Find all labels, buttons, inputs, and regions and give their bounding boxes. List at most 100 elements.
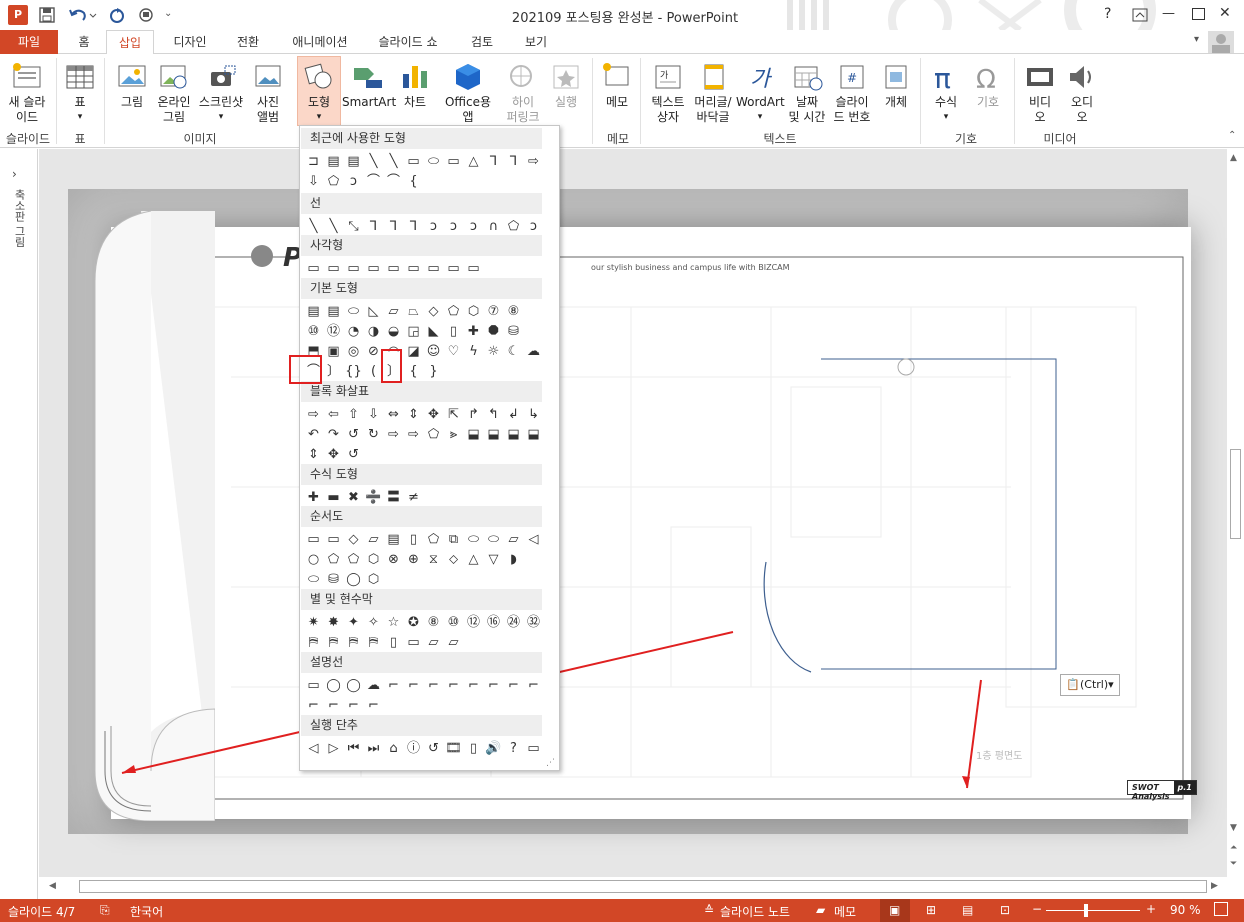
shape-icon[interactable]: ⇦ bbox=[325, 406, 342, 423]
shape-icon[interactable]: ╲ bbox=[305, 218, 322, 235]
shape-icon[interactable]: ⌐ bbox=[525, 677, 542, 694]
slide-counter[interactable]: 슬라이드 4/7 bbox=[8, 903, 75, 920]
shape-icon[interactable]: ▭ bbox=[365, 260, 382, 277]
slide-sorter-icon[interactable]: ⊞ bbox=[926, 903, 936, 917]
shape-icon[interactable]: ⏥ bbox=[425, 634, 442, 651]
shape-icon[interactable]: ⬠ bbox=[425, 531, 442, 548]
shape-icon[interactable]: ↶ bbox=[305, 426, 322, 443]
scroll-up-icon[interactable]: ▲ bbox=[1230, 153, 1237, 163]
shape-icon[interactable]: { bbox=[405, 173, 422, 190]
shapes-gallery-dropdown[interactable]: 최근에 사용한 도형 ⊐ ▤ ▤ ╲ ╲ ▭ ⬭ ▭ △ ⅂ ⅂ ⇨ ⇩ ⬠ ↄ ⌒ ⌒{선 ╲ ╲ ⤡ ⅂ ⅂ ⅂ ↄ ↄ ↄ ∩ ⬠… bbox=[299, 125, 560, 771]
shape-icon[interactable]: ↺ bbox=[345, 426, 362, 443]
shape-icon[interactable]: ▱ bbox=[385, 303, 402, 320]
shape-icon[interactable]: ⏮ bbox=[345, 740, 362, 757]
spellcheck-icon[interactable]: ⎘ bbox=[100, 903, 110, 918]
shape-icon[interactable]: ≠ bbox=[405, 489, 422, 506]
shape-icon[interactable]: ✚ bbox=[465, 323, 482, 340]
shape-icon[interactable]: ⛁ bbox=[505, 323, 522, 340]
shape-icon[interactable]: ⅂ bbox=[405, 218, 422, 235]
shape-icon[interactable]: {} bbox=[345, 363, 362, 380]
zoom-slider-thumb[interactable] bbox=[1084, 904, 1088, 917]
shape-icon[interactable]: ⇩ bbox=[365, 406, 382, 423]
shape-icon[interactable]: ↄ bbox=[425, 218, 442, 235]
shape-icon[interactable]: ◁ bbox=[305, 740, 322, 757]
shape-icon[interactable]: ▯ bbox=[385, 634, 402, 651]
shape-icon[interactable]: ▭ bbox=[305, 531, 322, 548]
language-indicator[interactable]: 한국어 bbox=[130, 903, 163, 920]
shape-icon[interactable]: ◲ bbox=[405, 323, 422, 340]
shape-icon[interactable]: ⊗ bbox=[385, 551, 402, 568]
shape-icon[interactable]: ◯ bbox=[325, 677, 342, 694]
shape-icon[interactable]: ▯ bbox=[405, 531, 422, 548]
shape-icon[interactable]: ⬭ bbox=[305, 571, 322, 588]
shape-icon[interactable]: ✦ bbox=[345, 614, 362, 631]
shape-icon[interactable]: ⯃ bbox=[485, 323, 502, 340]
shape-icon[interactable]: ⑦ bbox=[485, 303, 502, 320]
shape-icon[interactable]: ⊘ bbox=[365, 343, 382, 360]
shape-icon[interactable]: 〓 bbox=[385, 489, 402, 506]
shape-icon[interactable]: ▭ bbox=[325, 531, 342, 548]
shape-icon[interactable]: ⇱ bbox=[445, 406, 462, 423]
shape-icon[interactable]: ▭ bbox=[385, 260, 402, 277]
zoom-out-icon[interactable]: − bbox=[1032, 902, 1042, 916]
shape-icon[interactable]: 〕 bbox=[325, 363, 342, 380]
shape-icon[interactable]: ↻ bbox=[365, 426, 382, 443]
shape-icon[interactable]: ▤ bbox=[345, 153, 362, 170]
shape-icon[interactable]: ☾ bbox=[505, 343, 522, 360]
shape-icon[interactable]: ☁ bbox=[525, 343, 542, 360]
shape-icon[interactable]: ⛿ bbox=[305, 634, 322, 651]
shape-icon[interactable]: ⑩ bbox=[305, 323, 322, 340]
shape-icon[interactable]: ▭ bbox=[305, 677, 322, 694]
shape-icon[interactable]: ⬭ bbox=[345, 303, 362, 320]
scroll-left-icon[interactable]: ◀ bbox=[49, 881, 56, 891]
shape-icon[interactable]: ⬦ bbox=[445, 551, 462, 568]
shape-icon[interactable]: ▯ bbox=[465, 740, 482, 757]
next-slide-icon[interactable]: ⏷ bbox=[1230, 859, 1237, 869]
shape-icon[interactable]: ⧉ bbox=[445, 531, 462, 548]
zoom-level[interactable]: 90 % bbox=[1170, 903, 1201, 917]
shape-icon[interactable]: ▭ bbox=[405, 153, 422, 170]
shape-icon[interactable]: ⌐ bbox=[365, 697, 382, 714]
shape-icon[interactable]: ⛁ bbox=[325, 571, 342, 588]
shape-icon[interactable]: ▯ bbox=[445, 323, 462, 340]
shape-icon[interactable]: ⬡ bbox=[365, 571, 382, 588]
shape-icon[interactable]: ⌐ bbox=[465, 677, 482, 694]
fit-slide-icon[interactable] bbox=[1214, 902, 1228, 916]
shape-icon[interactable]: ▤ bbox=[325, 303, 342, 320]
shape-icon[interactable]: ⇨ bbox=[385, 426, 402, 443]
shape-icon[interactable]: ⧖ bbox=[425, 551, 442, 568]
shape-icon[interactable]: ∩ bbox=[485, 218, 502, 235]
shape-icon[interactable]: ⌐ bbox=[305, 697, 322, 714]
shape-icon[interactable]: ⇩ bbox=[305, 173, 322, 190]
shape-icon[interactable]: ⬓ bbox=[485, 426, 502, 443]
shape-icon[interactable]: ⇔ bbox=[385, 406, 402, 423]
shape-icon[interactable]: ▭ bbox=[525, 740, 542, 757]
shape-icon[interactable]: ⬓ bbox=[525, 426, 542, 443]
scroll-down-icon[interactable]: ▼ bbox=[1230, 823, 1237, 833]
shape-icon[interactable]: ⛿ bbox=[345, 634, 362, 651]
shape-icon[interactable]: ⅂ bbox=[365, 218, 382, 235]
shape-icon[interactable]: ⪢ bbox=[445, 426, 462, 443]
shape-icon[interactable]: ⇕ bbox=[305, 446, 322, 463]
shape-icon[interactable]: ϟ bbox=[465, 343, 482, 360]
shape-icon[interactable]: ⌐ bbox=[505, 677, 522, 694]
shape-icon[interactable]: ⓘ bbox=[405, 740, 422, 757]
shape-icon[interactable]: ⇨ bbox=[405, 426, 422, 443]
vertical-scrollbar[interactable]: ▲ ▼ ⏶ ⏷ bbox=[1227, 149, 1244, 877]
shape-icon[interactable]: ⑫ bbox=[465, 614, 482, 631]
shape-icon[interactable]: ◁ bbox=[525, 531, 542, 548]
shape-icon[interactable]: ↷ bbox=[325, 426, 342, 443]
shape-icon[interactable]: ⇧ bbox=[345, 406, 362, 423]
shape-icon[interactable]: ◇ bbox=[345, 531, 362, 548]
shape-icon[interactable]: ◪ bbox=[405, 343, 422, 360]
scroll-right-icon[interactable]: ▶ bbox=[1211, 881, 1218, 891]
shape-icon[interactable]: ▷ bbox=[325, 740, 342, 757]
shape-icon[interactable]: ▭ bbox=[405, 260, 422, 277]
shape-icon[interactable]: ↰ bbox=[485, 406, 502, 423]
shape-icon[interactable]: ▬ bbox=[325, 489, 342, 506]
shape-icon[interactable]: ⌂ bbox=[385, 740, 402, 757]
shape-icon[interactable]: ▭ bbox=[325, 260, 342, 277]
shape-icon[interactable]: ▤ bbox=[385, 531, 402, 548]
shape-icon[interactable]: ⌐ bbox=[405, 677, 422, 694]
shape-icon[interactable]: ⑧ bbox=[505, 303, 522, 320]
